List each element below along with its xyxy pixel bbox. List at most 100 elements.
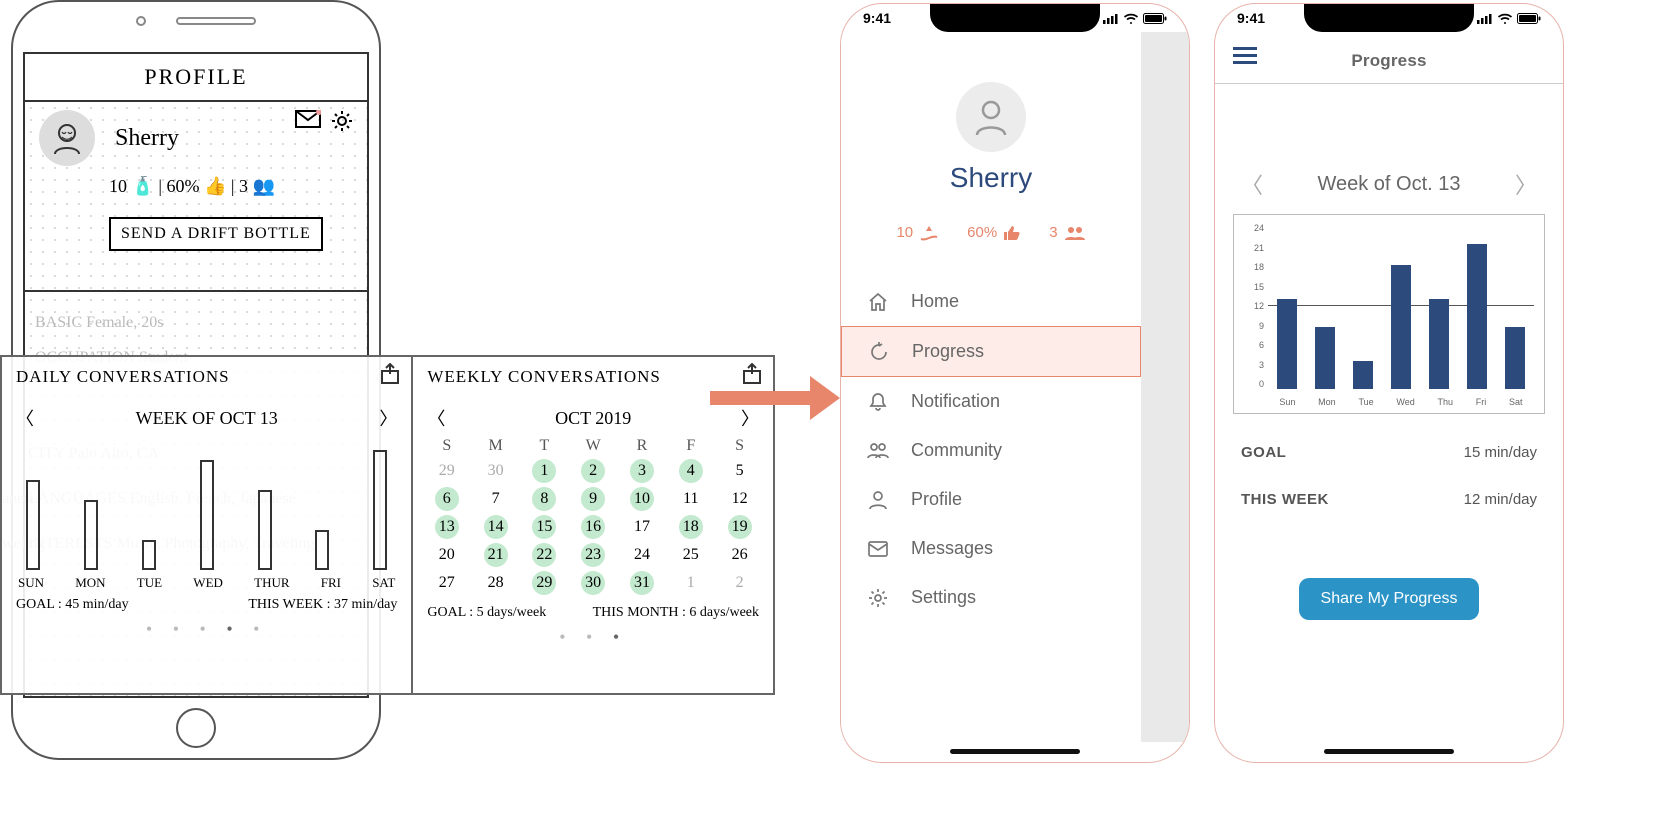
- y-tick: 3: [1240, 360, 1264, 370]
- calendar-day[interactable]: 31: [630, 571, 654, 595]
- chevron-left-icon[interactable]: 〈: [1233, 164, 1271, 204]
- calendar-dow: M: [476, 437, 515, 455]
- sketch-daily-goal: GOAL : 45 min/day: [16, 597, 129, 613]
- calendar-dow: T: [525, 437, 564, 455]
- calendar-dow: S: [427, 437, 466, 455]
- calendar-day[interactable]: 24: [630, 543, 654, 567]
- drawer-item-messages[interactable]: Messages: [841, 524, 1141, 573]
- progress-thisweek-value: 12 min/day: [1464, 491, 1537, 508]
- stat-bottles-value: 10: [896, 224, 913, 241]
- calendar-day[interactable]: 12: [728, 487, 752, 511]
- stat-approval: 60%: [967, 224, 1021, 241]
- drawer-item-label: Notification: [911, 391, 1000, 412]
- calendar-day[interactable]: 28: [484, 571, 508, 595]
- sketch-weekly-metrics: GOAL : 5 days/week THIS MONTH : 6 days/w…: [427, 605, 759, 621]
- calendar-day[interactable]: 22: [532, 543, 556, 567]
- y-tick: 12: [1240, 301, 1264, 311]
- sketch-axis-label: THUR: [254, 575, 289, 591]
- calendar-day[interactable]: 9: [581, 487, 605, 511]
- drawer-avatar[interactable]: [956, 82, 1026, 152]
- calendar-day[interactable]: 14: [484, 515, 508, 539]
- drawer-item-profile[interactable]: Profile: [841, 475, 1141, 524]
- calendar-day[interactable]: 16: [581, 515, 605, 539]
- chevron-left-icon[interactable]: 〈: [427, 405, 445, 431]
- chart-bars: [1268, 223, 1534, 389]
- drawer-item-label: Profile: [911, 489, 962, 510]
- share-icon[interactable]: [379, 363, 401, 385]
- sketch-bar: [258, 490, 272, 570]
- chevron-left-icon[interactable]: 〈: [16, 405, 34, 431]
- gear-icon[interactable]: [331, 110, 353, 132]
- calendar-day[interactable]: 29: [532, 571, 556, 595]
- hamburger-icon[interactable]: [1233, 46, 1257, 66]
- calendar-day[interactable]: 15: [532, 515, 556, 539]
- calendar-day[interactable]: 17: [630, 515, 654, 539]
- drawer-backdrop[interactable]: [1139, 32, 1189, 742]
- stat-bottles: 10: [896, 224, 939, 241]
- sketch-axis-label: MON: [75, 575, 105, 591]
- calendar-day[interactable]: 20: [435, 543, 459, 567]
- share-progress-button[interactable]: Share My Progress: [1299, 578, 1480, 620]
- drawer-username: Sherry: [841, 162, 1141, 194]
- sketch-axis-label: FRI: [321, 575, 341, 591]
- calendar-day[interactable]: 8: [532, 487, 556, 511]
- calendar-day[interactable]: 11: [679, 487, 703, 511]
- drawer-item-community[interactable]: Community: [841, 426, 1141, 475]
- calendar-day[interactable]: 25: [679, 543, 703, 567]
- send-drift-bottle-button[interactable]: SEND A DRIFT BOTTLE: [109, 217, 323, 251]
- y-tick: 18: [1240, 262, 1264, 272]
- sketch-bar: [26, 480, 40, 570]
- calendar-day[interactable]: 4: [679, 459, 703, 483]
- calendar-day[interactable]: 13: [435, 515, 459, 539]
- sketch-bar: [84, 500, 98, 570]
- home-indicator[interactable]: [1324, 749, 1454, 754]
- calendar-day[interactable]: 29: [435, 459, 459, 483]
- sketch-daily-panel: DAILY CONVERSATIONS 〈 WEEK OF OCT 13 〉 S…: [2, 357, 413, 693]
- calendar-day[interactable]: 10: [630, 487, 654, 511]
- calendar-day[interactable]: 18: [679, 515, 703, 539]
- wireframe-header: PROFILE: [25, 54, 367, 102]
- thumbs-up-icon: [1003, 225, 1021, 241]
- calendar-day[interactable]: 2: [581, 459, 605, 483]
- calendar-day[interactable]: 7: [484, 487, 508, 511]
- chevron-right-icon[interactable]: 〉: [379, 405, 397, 431]
- calendar-day[interactable]: 23: [581, 543, 605, 567]
- calendar-day[interactable]: 3: [630, 459, 654, 483]
- signal-icon: [1103, 13, 1119, 24]
- progress-icon: [868, 342, 890, 362]
- wireframe-avatar[interactable]: [39, 110, 95, 166]
- progress-header: Progress: [1215, 38, 1563, 84]
- calendar-day[interactable]: 30: [581, 571, 605, 595]
- sketch-daily-metrics: GOAL : 45 min/day THIS WEEK : 37 min/day: [16, 597, 397, 613]
- drawer-item-notification[interactable]: Notification: [841, 377, 1141, 426]
- status-time: 9:41: [1237, 10, 1265, 26]
- sketch-weekly-thismonth: THIS MONTH : 6 days/week: [593, 605, 759, 621]
- drawer-item-home[interactable]: Home: [841, 277, 1141, 326]
- y-tick: 0: [1240, 379, 1264, 389]
- chart-bar: [1467, 244, 1487, 389]
- drawer-item-settings[interactable]: Settings: [841, 573, 1141, 622]
- calendar-day[interactable]: 26: [728, 543, 752, 567]
- calendar-day[interactable]: 2: [728, 571, 752, 595]
- wireframe-topright-icons: [295, 110, 353, 132]
- calendar-day[interactable]: 1: [532, 459, 556, 483]
- y-tick: 15: [1240, 282, 1264, 292]
- bottle-icon: [919, 225, 939, 241]
- wifi-icon: [1497, 13, 1513, 24]
- calendar-day[interactable]: 21: [484, 543, 508, 567]
- mail-icon[interactable]: [295, 110, 321, 132]
- calendar-day[interactable]: 1: [679, 571, 703, 595]
- progress-goal-label: GOAL: [1241, 444, 1286, 461]
- calendar-day[interactable]: 19: [728, 515, 752, 539]
- chevron-right-icon[interactable]: 〉: [1507, 164, 1545, 204]
- calendar-day[interactable]: 30: [484, 459, 508, 483]
- people-icon: [1064, 226, 1086, 240]
- calendar-day[interactable]: 6: [435, 487, 459, 511]
- calendar-day[interactable]: 5: [728, 459, 752, 483]
- progress-thisweek-label: THIS WEEK: [1241, 491, 1329, 508]
- sketch-weekly-month-label: OCT 2019: [555, 408, 631, 429]
- home-indicator[interactable]: [950, 749, 1080, 754]
- phone-home-button[interactable]: [176, 708, 216, 748]
- calendar-day[interactable]: 27: [435, 571, 459, 595]
- drawer-item-progress[interactable]: Progress: [841, 326, 1141, 377]
